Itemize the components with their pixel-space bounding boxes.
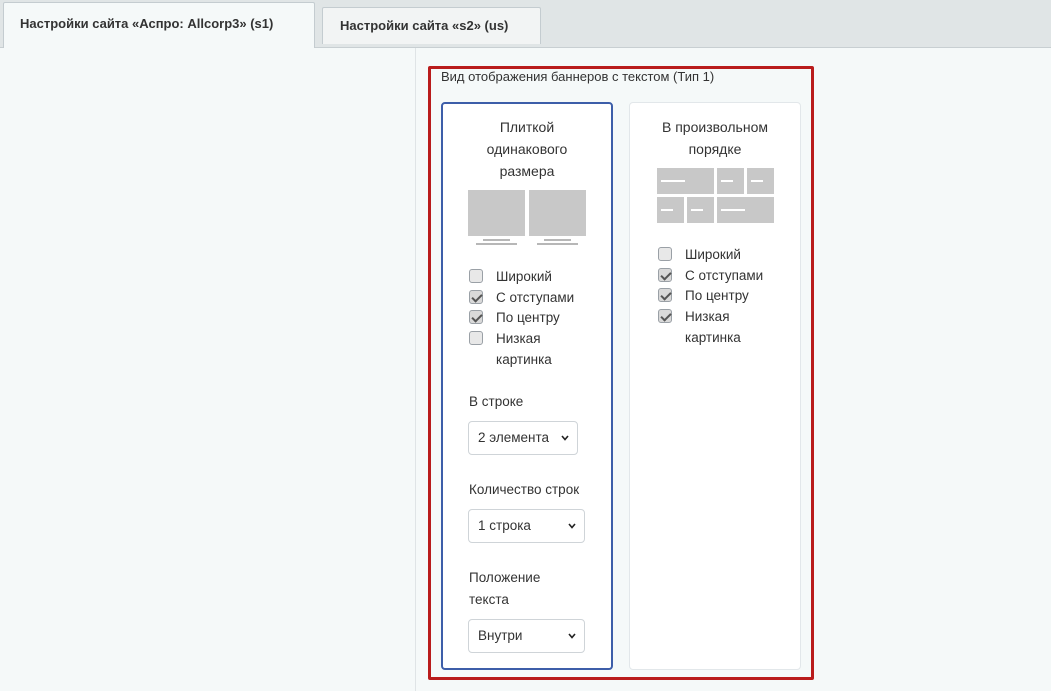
option-card-random-order[interactable]: В произвольном порядке Широкий С отступа… (629, 102, 801, 670)
checkbox-icon[interactable] (469, 331, 483, 345)
per-row-label: В строке (469, 394, 524, 409)
card-title-line: размера (499, 163, 555, 179)
checkbox-icon[interactable] (658, 247, 672, 261)
settings-left-column (0, 48, 416, 691)
card-title-line: одинакового (486, 141, 568, 157)
checkbox-label: Широкий (496, 269, 552, 284)
rows-count-select[interactable]: 1 строка (468, 509, 585, 543)
checkbox-padding[interactable]: С отступами (469, 287, 574, 308)
checkbox-low-image[interactable]: Низкая картинка (469, 328, 552, 370)
text-position-select[interactable]: Внутри (468, 619, 585, 653)
check-icon[interactable] (658, 309, 672, 323)
select-value: 1 строка (478, 518, 531, 533)
check-icon[interactable] (658, 288, 672, 302)
checkbox-label: Низкая картинка (685, 309, 741, 345)
checkbox-wide[interactable]: Широкий (658, 244, 741, 265)
chevron-down-icon (568, 523, 576, 529)
chevron-down-icon (561, 435, 569, 441)
card-title-line: Плиткой (499, 119, 555, 135)
checkbox-center[interactable]: По центру (469, 307, 560, 328)
check-icon[interactable] (658, 268, 672, 282)
check-icon[interactable] (469, 290, 483, 304)
select-value: Внутри (478, 628, 523, 643)
checkbox-label: По центру (685, 288, 749, 303)
checkbox-padding[interactable]: С отступами (658, 265, 763, 286)
section-title: Вид отображения баннеров с текстом (Тип … (441, 69, 715, 84)
checkbox-label: Низкая картинка (496, 331, 552, 367)
select-value: 2 элемента (478, 430, 550, 445)
checkbox-icon[interactable] (469, 269, 483, 283)
checkbox-label: Широкий (685, 247, 741, 262)
rows-count-label: Количество строк (469, 482, 580, 497)
card-title-line: порядке (688, 141, 742, 157)
tab-bar: Настройки сайта «Аспро: Allcorp3» (s1) Н… (0, 0, 1051, 48)
text-position-label: Положение текста (469, 570, 541, 607)
check-icon[interactable] (469, 310, 483, 324)
checkbox-label: С отступами (685, 268, 764, 283)
checkbox-wide[interactable]: Широкий (469, 266, 552, 287)
checkbox-label: С отступами (496, 290, 575, 305)
option-card-tile-equal[interactable]: Плиткой одинакового размера Широкий С от… (441, 102, 613, 670)
checkbox-center[interactable]: По центру (658, 285, 749, 306)
tab-site-s2[interactable]: Настройки сайта «s2» (us) (322, 7, 541, 44)
chevron-down-icon (568, 633, 576, 639)
per-row-select[interactable]: 2 элемента (468, 421, 578, 455)
card-title-line: В произвольном (662, 119, 768, 135)
checkbox-low-image[interactable]: Низкая картинка (658, 306, 741, 348)
checkbox-label: По центру (496, 310, 560, 325)
tab-site-s1[interactable]: Настройки сайта «Аспро: Allcorp3» (s1) (3, 2, 315, 48)
